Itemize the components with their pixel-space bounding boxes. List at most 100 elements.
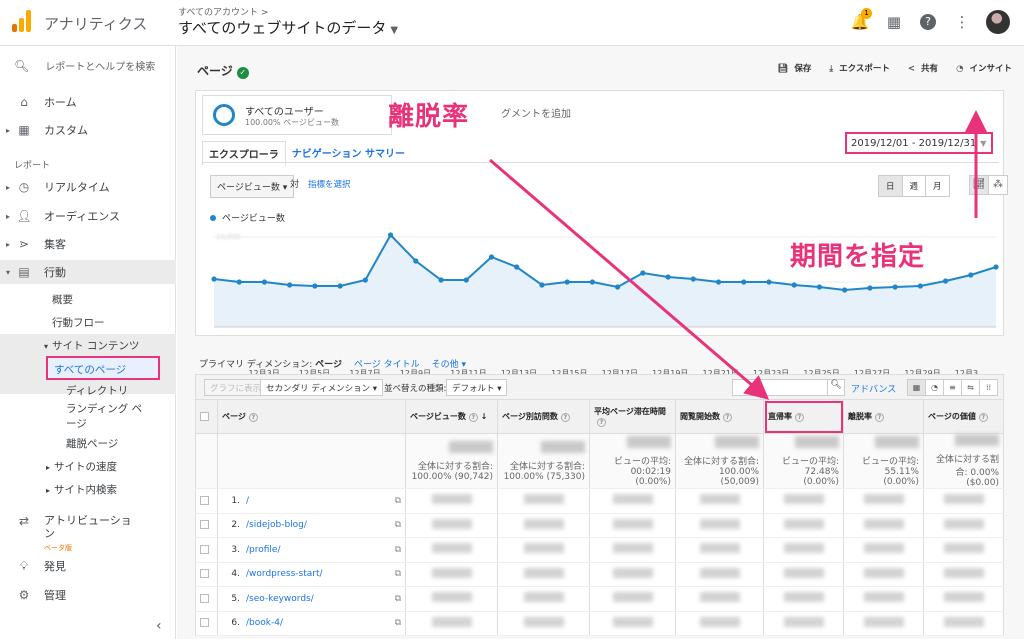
row-checkbox[interactable] <box>195 562 218 587</box>
col-header-avg-time[interactable]: 平均ページ滞在時間? <box>589 399 676 434</box>
page-link[interactable]: /sidejob-blog/ <box>246 520 307 530</box>
table-search-input[interactable] <box>732 379 828 396</box>
performance-view-icon[interactable]: ≡ <box>943 379 962 396</box>
data-point[interactable] <box>438 277 444 283</box>
comparison-view-icon[interactable]: ⇋ <box>961 379 980 396</box>
save-button[interactable]: 💾︎ 保存 <box>778 62 812 74</box>
line-chart-icon[interactable]: 📈︎ <box>969 175 989 195</box>
help-icon[interactable]: ? <box>918 12 938 32</box>
term-cloud-view-icon[interactable]: ⁞⁞ <box>979 379 998 396</box>
segment-card[interactable]: すべてのユーザー 100.00% ページビュー数 <box>202 95 392 135</box>
plot-rows-button[interactable]: グラフに表示 <box>204 379 268 396</box>
open-external-icon[interactable]: ⧉ <box>395 594 401 604</box>
sidebar-item-behavior-flow[interactable]: 行動フロー <box>52 315 105 330</box>
page-link[interactable]: /wordpress-start/ <box>246 569 323 579</box>
metric-select[interactable]: ページビュー数 ▾ <box>210 175 295 198</box>
data-point[interactable] <box>867 285 873 291</box>
collapse-sidebar-icon[interactable]: ‹ <box>156 618 162 634</box>
sidebar-item-audience[interactable]: ▸ 👤︎ オーディエンス <box>0 204 176 228</box>
sidebar-item-exit-pages[interactable]: 離脱ページ <box>66 436 118 451</box>
open-external-icon[interactable]: ⧉ <box>395 569 401 579</box>
select-all-checkbox[interactable] <box>195 399 218 434</box>
sidebar-item-all-pages[interactable]: すべてのページ <box>46 356 160 380</box>
more-vert-icon[interactable]: ⋮ <box>952 12 972 32</box>
motion-chart-icon[interactable]: ⁂ <box>988 175 1008 195</box>
page-link[interactable]: /profile/ <box>246 545 281 555</box>
data-point[interactable] <box>413 258 419 264</box>
sidebar-item-site-speed[interactable]: ▸ サイトの速度 <box>46 459 117 474</box>
sidebar-item-realtime[interactable]: ▸ ◷ リアルタイム <box>0 175 176 199</box>
notifications-bell-icon[interactable]: 🔔 1 <box>850 8 872 32</box>
data-point[interactable] <box>741 279 747 285</box>
data-point[interactable] <box>615 284 621 290</box>
dimension-other-link[interactable]: その他 ▾ <box>432 357 466 370</box>
sidebar-item-home[interactable]: ⌂ ホーム <box>0 90 176 114</box>
date-range-picker[interactable]: 2019/12/01 - 2019/12/31 ▼ <box>845 132 993 154</box>
data-point[interactable] <box>337 283 343 289</box>
row-checkbox[interactable] <box>195 488 218 514</box>
data-point[interactable] <box>564 279 570 285</box>
data-point[interactable] <box>287 282 293 288</box>
sort-type-select[interactable]: デフォルト ▾ <box>446 379 508 396</box>
col-header-unique-pageviews[interactable]: ページ別訪問数? <box>497 399 590 434</box>
open-external-icon[interactable]: ⧉ <box>395 618 401 628</box>
share-button[interactable]: < 共有 <box>908 62 938 74</box>
col-header-page-value[interactable]: ページの価値? <box>923 399 1004 434</box>
row-checkbox[interactable] <box>195 537 218 563</box>
export-button[interactable]: ⤓ エクスポート <box>829 62 890 74</box>
data-point[interactable] <box>816 284 823 290</box>
view-selector[interactable]: すべてのウェブサイトのデータ ▼ <box>178 17 398 38</box>
sidebar-item-custom[interactable]: ▸ ▦ カスタム <box>0 118 176 142</box>
data-point[interactable] <box>362 277 368 283</box>
select-metric-link[interactable]: 指標を選択 <box>308 178 351 190</box>
pie-view-icon[interactable]: ◔ <box>925 379 944 396</box>
data-point[interactable] <box>261 279 268 285</box>
page-link[interactable]: / <box>246 496 249 506</box>
open-external-icon[interactable]: ⧉ <box>395 545 401 555</box>
avatar[interactable] <box>986 10 1010 34</box>
add-segment-button[interactable]: グメントを追加 <box>501 105 571 120</box>
insights-button[interactable]: ◔ インサイト <box>956 62 1012 74</box>
sidebar-item-overview[interactable]: 概要 <box>52 292 73 307</box>
data-point[interactable] <box>942 278 949 284</box>
sidebar-search[interactable]: 🔍︎ レポートとヘルプを検索 <box>14 58 155 74</box>
data-point[interactable] <box>993 264 999 270</box>
data-point[interactable] <box>514 264 520 270</box>
col-header-entrances[interactable]: 閲覧開始数? <box>675 399 764 434</box>
data-point[interactable] <box>211 276 217 282</box>
data-point[interactable] <box>665 274 671 280</box>
data-point[interactable] <box>463 277 469 283</box>
apps-grid-icon[interactable]: ▦ <box>884 12 904 32</box>
col-header-pageviews[interactable]: ページビュー数? ↓ <box>405 399 498 434</box>
page-link[interactable]: /book-4/ <box>246 618 283 628</box>
data-point[interactable] <box>488 254 495 260</box>
sidebar-item-discover[interactable]: 💡︎ 発見 <box>0 554 176 578</box>
dimension-page-title-link[interactable]: ページ タイトル <box>354 357 420 370</box>
sidebar-item-site-content[interactable]: ▾ サイト コンテンツ <box>44 338 139 353</box>
advanced-filter-link[interactable]: アドバンス <box>851 382 896 395</box>
sidebar-item-attribution[interactable]: ⇄ アトリビューション ベータ版 <box>0 514 176 552</box>
row-checkbox[interactable] <box>195 513 218 538</box>
sidebar-item-directory[interactable]: ディレクトリ <box>66 383 128 398</box>
sidebar-item-landing-pages[interactable]: ランディング ページ <box>66 402 146 432</box>
data-point[interactable] <box>589 279 595 285</box>
data-point[interactable] <box>791 282 797 288</box>
data-point[interactable] <box>892 284 898 290</box>
analytics-logo[interactable] <box>12 10 32 32</box>
data-point[interactable] <box>766 279 772 285</box>
page-link[interactable]: /seo-keywords/ <box>246 594 314 604</box>
search-icon[interactable]: 🔍︎ <box>827 379 845 396</box>
granularity-month[interactable]: 月 <box>925 175 950 197</box>
data-point[interactable] <box>312 283 318 289</box>
search-input[interactable]: レポートとヘルプを検索 <box>45 58 155 73</box>
data-point[interactable] <box>715 279 722 285</box>
col-header-exit-rate[interactable]: 離脱率? <box>843 399 924 434</box>
table-view-icon[interactable]: ▦ <box>907 379 926 396</box>
data-point[interactable] <box>842 287 848 293</box>
granularity-week[interactable]: 週 <box>901 175 927 197</box>
data-point[interactable] <box>387 232 394 238</box>
granularity-day[interactable]: 日 <box>878 175 903 197</box>
row-checkbox[interactable] <box>195 611 218 636</box>
data-point[interactable] <box>640 270 646 276</box>
data-point[interactable] <box>539 282 545 288</box>
